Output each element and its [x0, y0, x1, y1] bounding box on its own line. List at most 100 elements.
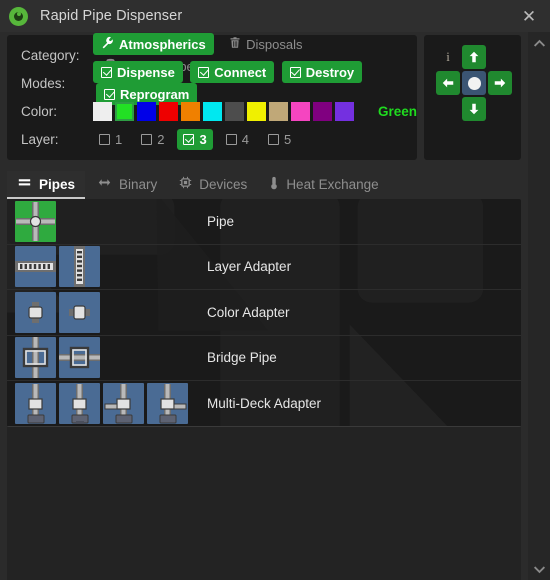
color-swatch-cyan[interactable]	[203, 101, 222, 121]
mode-option-label: Destroy	[305, 64, 355, 80]
list-item[interactable]: Color Adapter	[7, 290, 521, 336]
tab-label: Heat Exchange	[286, 176, 379, 192]
layer-option-3[interactable]: 3	[177, 128, 213, 150]
tab-binary[interactable]: Binary	[87, 171, 167, 199]
layer-option-1[interactable]: 1	[93, 129, 128, 150]
list-item[interactable]: Layer Adapter	[7, 245, 521, 290]
list-item-label: Multi-Deck Adapter	[207, 395, 322, 411]
tab-label: Pipes	[39, 176, 76, 192]
layer-option-label: 5	[283, 131, 292, 147]
navigation-panel: i	[424, 35, 522, 160]
checkbox-icon	[99, 133, 110, 145]
checkbox-icon	[225, 133, 237, 145]
empty-area	[7, 426, 521, 580]
color-swatch-gray[interactable]	[225, 101, 244, 121]
tab-devices[interactable]: Devices	[169, 171, 257, 199]
color-swatch-violet[interactable]	[335, 101, 354, 121]
item-thumbnail[interactable]	[15, 200, 56, 242]
tab-heat-exchange[interactable]: Heat Exchange	[259, 171, 388, 199]
item-thumbnail[interactable]	[59, 382, 100, 424]
list-item-label: Bridge Pipe	[207, 350, 277, 366]
chip-icon	[179, 176, 192, 192]
color-swatch-green[interactable]	[115, 101, 134, 121]
dpad-empty	[488, 97, 512, 121]
layer-option-2[interactable]: 2	[135, 129, 170, 150]
list-item[interactable]: Multi-Deck Adapter	[7, 381, 521, 427]
item-thumbnail[interactable]	[15, 246, 56, 288]
mode-option-label: Connect	[214, 64, 267, 80]
list-item[interactable]: Pipe	[7, 199, 521, 245]
color-swatch-purple[interactable]	[313, 101, 332, 121]
checkbox-icon	[198, 66, 210, 78]
color-swatch-white[interactable]	[93, 101, 112, 121]
color-swatch-red[interactable]	[159, 101, 178, 121]
item-thumbnail[interactable]	[59, 337, 100, 379]
scroll-down-icon[interactable]	[532, 564, 546, 574]
tab-pipes[interactable]: Pipes	[7, 171, 86, 199]
checkbox-icon	[289, 66, 301, 78]
nav-right-button[interactable]	[488, 71, 513, 95]
item-thumbnails	[15, 382, 201, 424]
item-thumbnail[interactable]	[15, 337, 56, 379]
modes-row: Modes: Dispense Connect Destroy Reprogra…	[7, 61, 417, 105]
item-thumbnails	[15, 200, 201, 242]
color-swatch-orange[interactable]	[181, 101, 200, 121]
dpad-empty	[436, 97, 460, 121]
rapid-pipe-dispenser-window: Rapid Pipe Dispenser ✕ Category: Atmosph…	[0, 0, 550, 580]
item-thumbnail[interactable]	[59, 291, 100, 333]
mode-option-connect[interactable]: Connect	[190, 61, 275, 83]
checkbox-icon	[101, 66, 112, 78]
eye-icon	[9, 6, 28, 26]
close-icon[interactable]: ✕	[518, 5, 540, 27]
list-item-label: Color Adapter	[207, 304, 290, 320]
item-thumbnails	[15, 337, 201, 379]
checkbox-icon	[141, 133, 153, 145]
item-list: Pipe Layer Adapter Color Adapter Bridge Pip…	[7, 199, 521, 427]
tab-label: Binary	[119, 176, 158, 192]
mode-option-dispense[interactable]: Dispense	[93, 61, 183, 83]
circle-icon	[467, 76, 481, 90]
modes-label: Modes:	[21, 75, 66, 91]
selected-color-name: Green	[378, 103, 418, 119]
nav-up-button[interactable]	[462, 45, 487, 69]
category-option-atmospherics[interactable]: Atmospherics	[93, 33, 214, 55]
title-bar: Rapid Pipe Dispenser ✕	[0, 0, 550, 32]
window-title: Rapid Pipe Dispenser	[40, 8, 183, 24]
item-thumbnail[interactable]	[15, 382, 56, 424]
info-icon[interactable]: i	[436, 45, 460, 69]
checkbox-icon	[104, 88, 115, 100]
category-option-label: Disposals	[246, 36, 303, 52]
color-swatches	[93, 101, 354, 121]
item-thumbnails	[15, 246, 201, 288]
list-item[interactable]: Bridge Pipe	[7, 336, 521, 381]
layer-option-label: 1	[115, 131, 123, 147]
item-thumbnails	[15, 291, 201, 333]
color-swatch-yellow[interactable]	[247, 101, 266, 121]
layer-option-label: 4	[241, 131, 249, 147]
color-swatch-pink[interactable]	[291, 101, 310, 121]
category-option-disposals[interactable]: Disposals	[221, 33, 310, 55]
color-swatch-tan[interactable]	[269, 101, 288, 121]
nav-center-button[interactable]	[462, 71, 487, 95]
nav-down-button[interactable]	[462, 97, 487, 121]
vertical-scrollbar[interactable]	[528, 32, 550, 580]
layer-option-4[interactable]: 4	[220, 129, 255, 150]
checkbox-icon	[183, 133, 195, 145]
scroll-up-icon[interactable]	[532, 38, 546, 48]
pipes-icon	[17, 176, 32, 192]
item-thumbnail[interactable]	[15, 291, 56, 333]
item-thumbnail[interactable]	[59, 246, 100, 288]
color-swatch-blue[interactable]	[137, 101, 156, 121]
modes-options: Dispense Connect Destroy Reprogram	[93, 61, 417, 105]
layer-label: Layer:	[21, 131, 59, 147]
tab-bar: Pipes Binary Devices Heat Exchange	[7, 169, 521, 199]
nav-left-button[interactable]	[436, 71, 461, 95]
color-label: Color:	[21, 103, 58, 119]
thermometer-icon	[269, 176, 279, 193]
layer-option-5[interactable]: 5	[262, 129, 297, 150]
item-thumbnail[interactable]	[103, 382, 144, 424]
layer-option-label: 2	[157, 131, 165, 147]
mode-option-destroy[interactable]: Destroy	[281, 61, 363, 83]
list-item-label: Layer Adapter	[207, 259, 292, 275]
item-thumbnail[interactable]	[147, 382, 188, 424]
